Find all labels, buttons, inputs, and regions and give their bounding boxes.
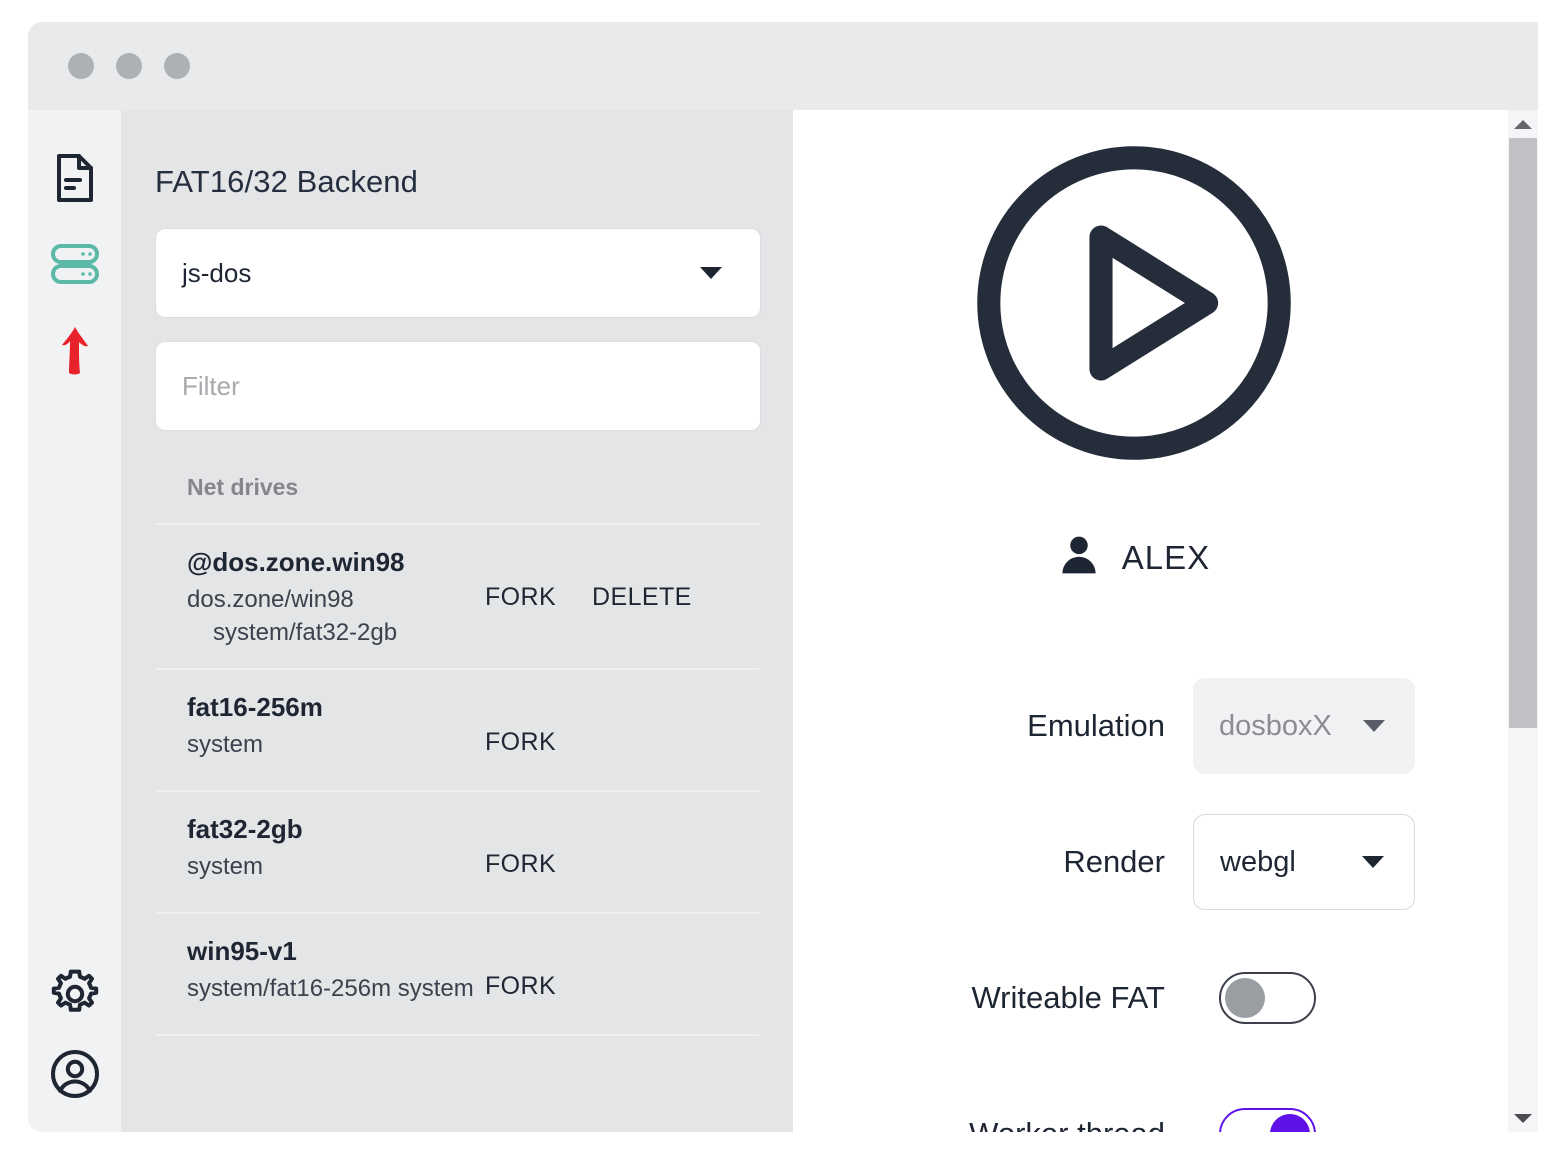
- drive-actions: FORK: [485, 692, 556, 757]
- play-circle-icon: [969, 138, 1299, 473]
- person-icon: [1058, 533, 1100, 582]
- database-icon: [49, 240, 101, 288]
- setting-label: Worker thread: [969, 1116, 1165, 1132]
- setting-label: Writeable FAT: [971, 980, 1165, 1015]
- render-dropdown-value: webgl: [1220, 845, 1296, 878]
- scrollbar-thumb[interactable]: [1509, 138, 1537, 728]
- window-body: FAT16/32 Backend js-dos Filter Net drive…: [28, 110, 1538, 1132]
- fork-button[interactable]: FORK: [485, 850, 556, 879]
- scrollbar[interactable]: [1508, 110, 1538, 1132]
- drive-meta: system/fat16-256m system: [187, 974, 474, 1002]
- emulation-dropdown[interactable]: dosboxX: [1193, 678, 1415, 774]
- drives-list-panel: FAT16/32 Backend js-dos Filter Net drive…: [121, 110, 793, 1132]
- sidebar-item-documents[interactable]: [47, 150, 103, 206]
- setting-row-emulation: Emulation dosboxX: [793, 678, 1475, 774]
- triangle-up-icon: [1514, 119, 1532, 129]
- table-row[interactable]: @dos.zone.win98 dos.zone/win98 system/fa…: [155, 525, 759, 670]
- setting-row-worker-thread: Worker thread: [793, 1086, 1475, 1132]
- scroll-up-button[interactable]: [1508, 110, 1538, 138]
- gear-icon: [49, 968, 101, 1020]
- user-name: ALEX: [1121, 538, 1211, 576]
- setting-row-render: Render webgl: [793, 814, 1475, 910]
- drive-meta: system: [187, 730, 264, 758]
- scrollbar-track[interactable]: [1508, 138, 1538, 1104]
- red-arrow-up-annotation-icon: [52, 321, 98, 386]
- drive-meta: system: [187, 852, 264, 880]
- table-row[interactable]: win95-v1 system/fat16-256m system FORK: [155, 914, 759, 1036]
- drive-info: win95-v1 system/fat16-256m system: [155, 936, 485, 1006]
- drive-meta: dos.zone/win98 system/fat32-2gb: [187, 586, 398, 646]
- user-circle-icon: [49, 1048, 101, 1100]
- filter-input[interactable]: Filter: [155, 341, 761, 431]
- section-header-net-drives: Net drives: [155, 431, 759, 525]
- maximize-button[interactable]: [164, 53, 190, 79]
- document-icon: [51, 152, 99, 204]
- drive-actions: FORK: [485, 814, 556, 879]
- toggle-knob: [1225, 978, 1265, 1018]
- sidebar-item-drives[interactable]: [47, 236, 103, 292]
- triangle-down-icon: [1514, 1113, 1532, 1123]
- worker-thread-toggle[interactable]: [1219, 1108, 1316, 1132]
- titlebar: [28, 22, 1538, 110]
- minimize-button[interactable]: [116, 53, 142, 79]
- sidebar-item-account[interactable]: [47, 1046, 103, 1102]
- drive-info: fat32-2gb system: [155, 814, 485, 884]
- toggle-knob: [1270, 1114, 1310, 1132]
- setting-label: Render: [1063, 844, 1165, 879]
- writeable-fat-toggle[interactable]: [1219, 972, 1316, 1024]
- sidebar-rail: [28, 110, 121, 1132]
- chevron-down-icon: [1362, 856, 1384, 868]
- drive-name: fat16-256m: [187, 691, 323, 722]
- drive-actions: FORK: [485, 936, 556, 1001]
- table-row[interactable]: fat16-256m system FORK: [155, 670, 759, 792]
- play-button[interactable]: [793, 138, 1475, 473]
- user-row: ALEX: [793, 533, 1475, 582]
- annotation-arrow: [47, 322, 103, 384]
- filter-placeholder: Filter: [182, 370, 240, 401]
- backend-select[interactable]: js-dos: [155, 228, 761, 318]
- drive-name: win95-v1: [187, 935, 297, 966]
- fork-button[interactable]: FORK: [485, 583, 556, 612]
- setting-row-writeable-fat: Writeable FAT: [793, 950, 1475, 1046]
- setting-label: Emulation: [1027, 708, 1165, 743]
- chevron-down-icon: [1363, 720, 1385, 732]
- page-title: FAT16/32 Backend: [155, 164, 418, 199]
- close-button[interactable]: [68, 53, 94, 79]
- emulation-dropdown-value: dosboxX: [1219, 709, 1332, 742]
- drive-name: fat32-2gb: [187, 813, 303, 844]
- sidebar-item-settings[interactable]: [47, 966, 103, 1022]
- scroll-down-button[interactable]: [1508, 1104, 1538, 1132]
- delete-button[interactable]: DELETE: [592, 583, 692, 612]
- fork-button[interactable]: FORK: [485, 728, 556, 757]
- backend-select-value: js-dos: [182, 257, 252, 288]
- table-row[interactable]: fat32-2gb system FORK: [155, 792, 759, 914]
- chevron-down-icon: [700, 267, 722, 279]
- drive-info: fat16-256m system: [155, 692, 485, 762]
- sidebar-bottom-group: [28, 966, 121, 1102]
- drive-name: @dos.zone.win98: [187, 547, 405, 577]
- drive-actions: FORK DELETE: [485, 547, 692, 612]
- detail-panel: ALEX Emulation dosboxX Render webgl Writ…: [793, 110, 1538, 1132]
- fork-button[interactable]: FORK: [485, 972, 556, 1001]
- render-dropdown[interactable]: webgl: [1193, 814, 1415, 910]
- detail-content: ALEX Emulation dosboxX Render webgl Writ…: [793, 110, 1475, 1132]
- app-window: FAT16/32 Backend js-dos Filter Net drive…: [28, 22, 1538, 1132]
- drive-info: @dos.zone.win98 dos.zone/win98 system/fa…: [155, 547, 485, 650]
